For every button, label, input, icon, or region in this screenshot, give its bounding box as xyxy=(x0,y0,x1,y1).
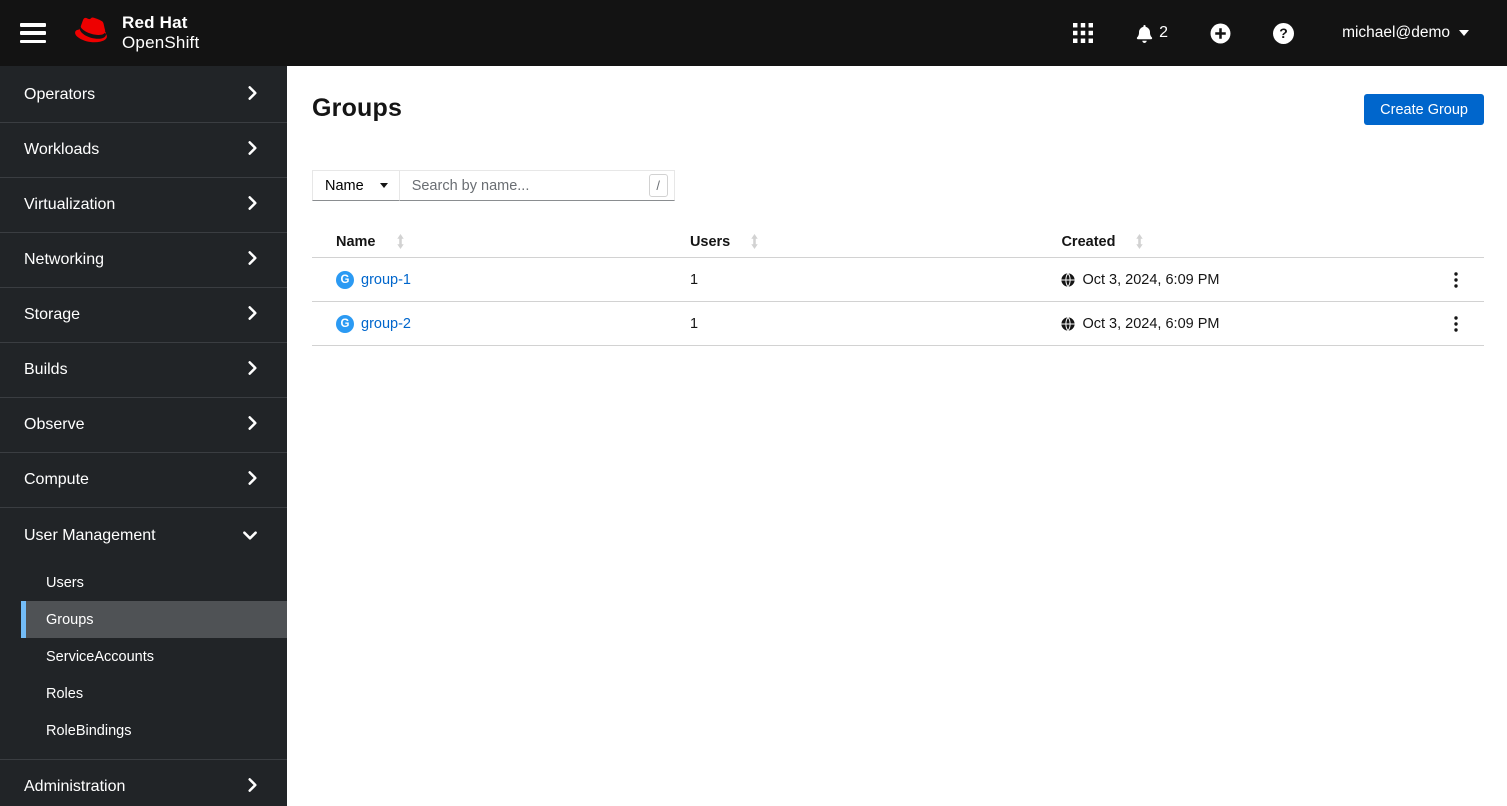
kebab-menu-button[interactable] xyxy=(1448,268,1464,292)
sidebar-subitem-serviceaccounts[interactable]: ServiceAccounts xyxy=(21,638,287,675)
chevron-right-icon xyxy=(248,195,257,215)
column-header-name[interactable]: Name xyxy=(312,234,666,250)
notifications-button[interactable]: 2 xyxy=(1129,17,1174,49)
group-link[interactable]: group-1 xyxy=(361,272,411,288)
sidebar-nav: Operators Workloads Virtualization Netwo… xyxy=(0,66,287,806)
shortcut-hint: / xyxy=(648,174,668,197)
hamburger-icon xyxy=(20,23,46,27)
table-row: G group-2 1 Oct 3, 2024, 6:09 PM xyxy=(312,302,1484,346)
main-content: Groups Create Group Name / Name xyxy=(287,66,1507,806)
globe-icon xyxy=(1061,272,1076,287)
kebab-icon xyxy=(1454,315,1458,332)
filter-type-dropdown[interactable]: Name xyxy=(312,170,400,201)
users-count: 1 xyxy=(689,271,699,288)
sidebar-item-administration[interactable]: Administration xyxy=(0,760,287,806)
sidebar-item-storage[interactable]: Storage xyxy=(0,288,287,343)
sidebar-subitem-rolebindings[interactable]: RoleBindings xyxy=(21,712,287,749)
chevron-right-icon xyxy=(248,415,257,435)
sidebar-item-operators[interactable]: Operators xyxy=(0,68,287,123)
chevron-right-icon xyxy=(248,140,257,160)
user-name: michael@demo xyxy=(1342,24,1450,41)
bell-icon xyxy=(1135,23,1154,43)
help-button[interactable]: ? xyxy=(1267,17,1300,50)
sidebar-item-compute[interactable]: Compute xyxy=(0,453,287,508)
chevron-right-icon xyxy=(248,305,257,325)
group-resource-badge: G xyxy=(336,314,354,333)
nav-toggle-button[interactable] xyxy=(20,23,46,43)
redhat-openshift-logo[interactable]: Red Hat OpenShift xyxy=(72,13,199,53)
users-count: 1 xyxy=(689,315,699,332)
brand-line1: Red Hat xyxy=(122,12,188,32)
caret-down-icon xyxy=(379,183,388,188)
sidebar-subitem-roles[interactable]: Roles xyxy=(21,675,287,712)
sidebar-item-workloads[interactable]: Workloads xyxy=(0,123,287,178)
filter-toolbar: Name / xyxy=(312,170,1484,201)
column-header-users[interactable]: Users xyxy=(666,234,1038,250)
sidebar-subitem-users[interactable]: Users xyxy=(21,564,287,601)
chevron-right-icon xyxy=(248,85,257,105)
user-management-sublist: Users Groups ServiceAccounts Roles RoleB… xyxy=(0,563,287,760)
filter-type-label: Name xyxy=(325,177,364,194)
groups-table: Name Users Created G group-1 1 Oct 3, 20… xyxy=(312,226,1484,346)
globe-icon xyxy=(1061,316,1076,331)
masthead: Red Hat OpenShift 2 ? michael@demo xyxy=(0,0,1507,66)
brand-line2: OpenShift xyxy=(122,33,200,52)
question-circle-icon: ? xyxy=(1273,22,1295,44)
notification-count: 2 xyxy=(1159,24,1169,41)
add-button[interactable] xyxy=(1204,17,1237,50)
redhat-fedora-icon xyxy=(72,17,113,49)
sidebar-subitem-groups[interactable]: Groups xyxy=(21,601,287,638)
sidebar-item-networking[interactable]: Networking xyxy=(0,233,287,288)
sidebar-item-builds[interactable]: Builds xyxy=(0,343,287,398)
sidebar-item-virtualization[interactable]: Virtualization xyxy=(0,178,287,233)
search-input[interactable] xyxy=(398,170,675,201)
created-timestamp: Oct 3, 2024, 6:09 PM xyxy=(1082,271,1220,288)
user-menu[interactable]: michael@demo xyxy=(1342,24,1469,42)
group-resource-badge: G xyxy=(336,270,354,289)
created-timestamp: Oct 3, 2024, 6:09 PM xyxy=(1082,315,1220,332)
group-link[interactable]: group-2 xyxy=(361,316,411,332)
chevron-down-icon xyxy=(243,527,257,545)
create-group-button[interactable]: Create Group xyxy=(1364,94,1484,125)
sort-icon xyxy=(1135,234,1144,249)
plus-circle-icon xyxy=(1210,23,1231,44)
chevron-right-icon xyxy=(248,250,257,270)
sidebar-item-observe[interactable]: Observe xyxy=(0,398,287,453)
chevron-right-icon xyxy=(248,470,257,490)
page-title: Groups xyxy=(312,94,403,122)
table-row: G group-1 1 Oct 3, 2024, 6:09 PM xyxy=(312,258,1484,302)
chevron-right-icon xyxy=(248,777,257,797)
column-header-created[interactable]: Created xyxy=(1037,234,1428,250)
kebab-icon xyxy=(1454,271,1458,288)
apps-grid-icon xyxy=(1073,23,1094,43)
sort-icon xyxy=(396,234,405,249)
kebab-menu-button[interactable] xyxy=(1448,312,1464,336)
sort-icon xyxy=(750,234,759,249)
sidebar-item-user-management[interactable]: User Management xyxy=(0,508,287,563)
caret-down-icon xyxy=(1459,30,1469,36)
apps-launcher-button[interactable] xyxy=(1067,17,1099,49)
chevron-right-icon xyxy=(248,360,257,380)
